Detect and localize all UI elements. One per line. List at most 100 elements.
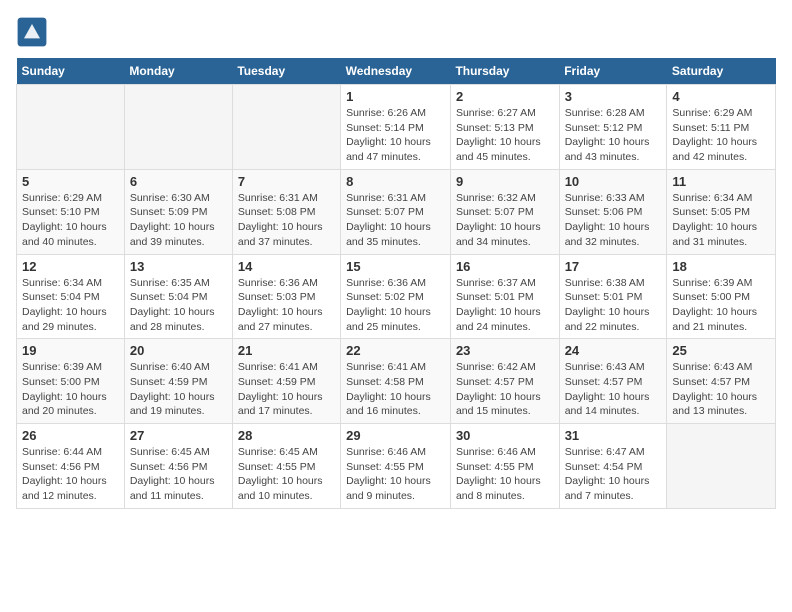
day-info: Sunrise: 6:39 AM Sunset: 5:00 PM Dayligh…: [672, 276, 770, 335]
day-info: Sunrise: 6:40 AM Sunset: 4:59 PM Dayligh…: [130, 360, 227, 419]
day-number: 26: [22, 428, 119, 443]
calendar-cell: [124, 85, 232, 170]
day-number: 3: [565, 89, 662, 104]
calendar-cell: 11 Sunrise: 6:34 AM Sunset: 5:05 PM Dayli…: [667, 169, 776, 254]
calendar-cell: 16 Sunrise: 6:37 AM Sunset: 5:01 PM Dayli…: [450, 254, 559, 339]
day-info: Sunrise: 6:42 AM Sunset: 4:57 PM Dayligh…: [456, 360, 554, 419]
day-info: Sunrise: 6:47 AM Sunset: 4:54 PM Dayligh…: [565, 445, 662, 504]
day-header-tuesday: Tuesday: [232, 58, 340, 85]
calendar-cell: 25 Sunrise: 6:43 AM Sunset: 4:57 PM Dayli…: [667, 339, 776, 424]
day-info: Sunrise: 6:34 AM Sunset: 5:04 PM Dayligh…: [22, 276, 119, 335]
calendar-cell: 20 Sunrise: 6:40 AM Sunset: 4:59 PM Dayli…: [124, 339, 232, 424]
calendar-week-row: 19 Sunrise: 6:39 AM Sunset: 5:00 PM Dayli…: [17, 339, 776, 424]
calendar-week-row: 26Sunrise: 6:44 AM Sunset: 4:56 PM Dayli…: [17, 424, 776, 509]
calendar-cell: 12 Sunrise: 6:34 AM Sunset: 5:04 PM Dayli…: [17, 254, 125, 339]
day-number: 4: [672, 89, 770, 104]
day-number: 21: [238, 343, 335, 358]
day-number: 12: [22, 259, 119, 274]
day-number: 19: [22, 343, 119, 358]
calendar-cell: 17 Sunrise: 6:38 AM Sunset: 5:01 PM Dayli…: [559, 254, 667, 339]
day-number: 14: [238, 259, 335, 274]
calendar-cell: [232, 85, 340, 170]
day-info: Sunrise: 6:36 AM Sunset: 5:02 PM Dayligh…: [346, 276, 445, 335]
day-number: 24: [565, 343, 662, 358]
day-number: 13: [130, 259, 227, 274]
calendar-cell: 13 Sunrise: 6:35 AM Sunset: 5:04 PM Dayli…: [124, 254, 232, 339]
day-number: 17: [565, 259, 662, 274]
day-info: Sunrise: 6:46 AM Sunset: 4:55 PM Dayligh…: [346, 445, 445, 504]
logo-icon: [16, 16, 48, 48]
day-info: Sunrise: 6:29 AM Sunset: 5:10 PM Dayligh…: [22, 191, 119, 250]
day-number: 18: [672, 259, 770, 274]
day-number: 9: [456, 174, 554, 189]
day-info: Sunrise: 6:37 AM Sunset: 5:01 PM Dayligh…: [456, 276, 554, 335]
day-info: Sunrise: 6:32 AM Sunset: 5:07 PM Dayligh…: [456, 191, 554, 250]
day-number: 1: [346, 89, 445, 104]
day-number: 2: [456, 89, 554, 104]
calendar-week-row: 1Sunrise: 6:26 AM Sunset: 5:14 PM Daylig…: [17, 85, 776, 170]
calendar-table: SundayMondayTuesdayWednesdayThursdayFrid…: [16, 58, 776, 509]
day-info: Sunrise: 6:30 AM Sunset: 5:09 PM Dayligh…: [130, 191, 227, 250]
calendar-cell: 26Sunrise: 6:44 AM Sunset: 4:56 PM Dayli…: [17, 424, 125, 509]
calendar-cell: 5 Sunrise: 6:29 AM Sunset: 5:10 PM Daylig…: [17, 169, 125, 254]
day-number: 5: [22, 174, 119, 189]
calendar-cell: 22 Sunrise: 6:41 AM Sunset: 4:58 PM Dayli…: [341, 339, 451, 424]
calendar-cell: 31 Sunrise: 6:47 AM Sunset: 4:54 PM Dayli…: [559, 424, 667, 509]
calendar-cell: [667, 424, 776, 509]
calendar-cell: 24Sunrise: 6:43 AM Sunset: 4:57 PM Dayli…: [559, 339, 667, 424]
day-number: 16: [456, 259, 554, 274]
day-info: Sunrise: 6:43 AM Sunset: 4:57 PM Dayligh…: [672, 360, 770, 419]
day-number: 20: [130, 343, 227, 358]
day-number: 30: [456, 428, 554, 443]
day-info: Sunrise: 6:31 AM Sunset: 5:08 PM Dayligh…: [238, 191, 335, 250]
day-info: Sunrise: 6:34 AM Sunset: 5:05 PM Dayligh…: [672, 191, 770, 250]
calendar-cell: 15 Sunrise: 6:36 AM Sunset: 5:02 PM Dayli…: [341, 254, 451, 339]
calendar-cell: 30Sunrise: 6:46 AM Sunset: 4:55 PM Dayli…: [450, 424, 559, 509]
day-header-wednesday: Wednesday: [341, 58, 451, 85]
day-info: Sunrise: 6:38 AM Sunset: 5:01 PM Dayligh…: [565, 276, 662, 335]
day-number: 23: [456, 343, 554, 358]
calendar-cell: 2 Sunrise: 6:27 AM Sunset: 5:13 PM Daylig…: [450, 85, 559, 170]
calendar-cell: 9 Sunrise: 6:32 AM Sunset: 5:07 PM Daylig…: [450, 169, 559, 254]
day-info: Sunrise: 6:28 AM Sunset: 5:12 PM Dayligh…: [565, 106, 662, 165]
day-header-thursday: Thursday: [450, 58, 559, 85]
day-number: 11: [672, 174, 770, 189]
calendar-week-row: 12 Sunrise: 6:34 AM Sunset: 5:04 PM Dayli…: [17, 254, 776, 339]
calendar-cell: 1Sunrise: 6:26 AM Sunset: 5:14 PM Daylig…: [341, 85, 451, 170]
day-info: Sunrise: 6:45 AM Sunset: 4:55 PM Dayligh…: [238, 445, 335, 504]
calendar-cell: 29 Sunrise: 6:46 AM Sunset: 4:55 PM Dayli…: [341, 424, 451, 509]
day-info: Sunrise: 6:33 AM Sunset: 5:06 PM Dayligh…: [565, 191, 662, 250]
calendar-cell: 7 Sunrise: 6:31 AM Sunset: 5:08 PM Daylig…: [232, 169, 340, 254]
day-number: 28: [238, 428, 335, 443]
day-header-monday: Monday: [124, 58, 232, 85]
calendar-week-row: 5 Sunrise: 6:29 AM Sunset: 5:10 PM Daylig…: [17, 169, 776, 254]
header: [16, 16, 776, 48]
calendar-cell: 18 Sunrise: 6:39 AM Sunset: 5:00 PM Dayli…: [667, 254, 776, 339]
day-number: 29: [346, 428, 445, 443]
calendar-header-row: SundayMondayTuesdayWednesdayThursdayFrid…: [17, 58, 776, 85]
calendar-cell: 27Sunrise: 6:45 AM Sunset: 4:56 PM Dayli…: [124, 424, 232, 509]
day-info: Sunrise: 6:41 AM Sunset: 4:58 PM Dayligh…: [346, 360, 445, 419]
calendar-cell: 19 Sunrise: 6:39 AM Sunset: 5:00 PM Dayli…: [17, 339, 125, 424]
day-number: 7: [238, 174, 335, 189]
day-number: 8: [346, 174, 445, 189]
day-header-friday: Friday: [559, 58, 667, 85]
day-info: Sunrise: 6:35 AM Sunset: 5:04 PM Dayligh…: [130, 276, 227, 335]
day-number: 25: [672, 343, 770, 358]
calendar-cell: 6 Sunrise: 6:30 AM Sunset: 5:09 PM Daylig…: [124, 169, 232, 254]
calendar-cell: 23 Sunrise: 6:42 AM Sunset: 4:57 PM Dayli…: [450, 339, 559, 424]
day-number: 6: [130, 174, 227, 189]
day-info: Sunrise: 6:45 AM Sunset: 4:56 PM Dayligh…: [130, 445, 227, 504]
day-info: Sunrise: 6:29 AM Sunset: 5:11 PM Dayligh…: [672, 106, 770, 165]
calendar-cell: 8 Sunrise: 6:31 AM Sunset: 5:07 PM Daylig…: [341, 169, 451, 254]
day-number: 10: [565, 174, 662, 189]
day-info: Sunrise: 6:31 AM Sunset: 5:07 PM Dayligh…: [346, 191, 445, 250]
day-info: Sunrise: 6:39 AM Sunset: 5:00 PM Dayligh…: [22, 360, 119, 419]
calendar-cell: 3 Sunrise: 6:28 AM Sunset: 5:12 PM Daylig…: [559, 85, 667, 170]
calendar-cell: [17, 85, 125, 170]
day-number: 31: [565, 428, 662, 443]
day-info: Sunrise: 6:27 AM Sunset: 5:13 PM Dayligh…: [456, 106, 554, 165]
day-number: 22: [346, 343, 445, 358]
day-number: 15: [346, 259, 445, 274]
day-header-saturday: Saturday: [667, 58, 776, 85]
